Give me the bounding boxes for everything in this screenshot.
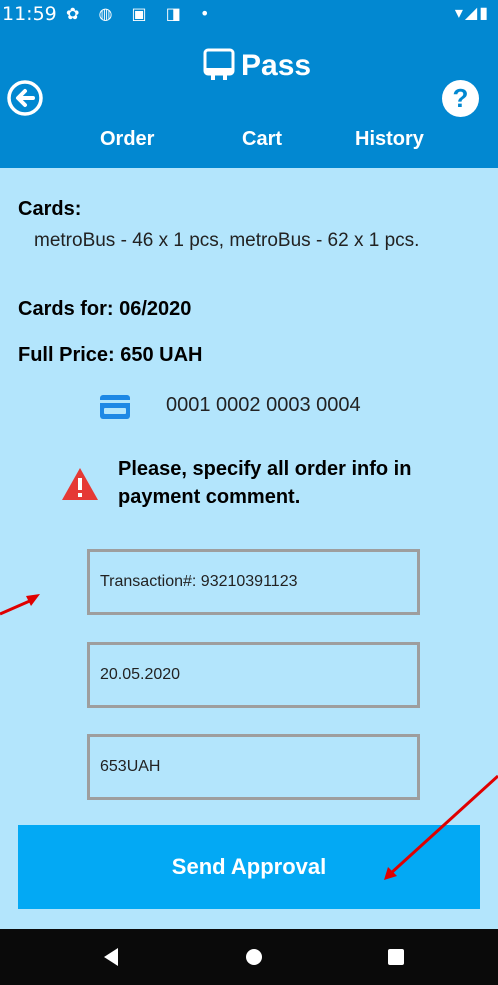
- annotation-arrowhead-left: [26, 594, 40, 606]
- back-triangle-icon[interactable]: [104, 948, 118, 966]
- annotation-arrow-right: [388, 774, 498, 876]
- home-circle-icon[interactable]: [246, 949, 262, 965]
- annotation-arrows: [0, 594, 498, 880]
- recents-square-icon[interactable]: [388, 949, 404, 965]
- system-nav-bar: [0, 929, 498, 985]
- annotation-arrow-left: [0, 598, 33, 616]
